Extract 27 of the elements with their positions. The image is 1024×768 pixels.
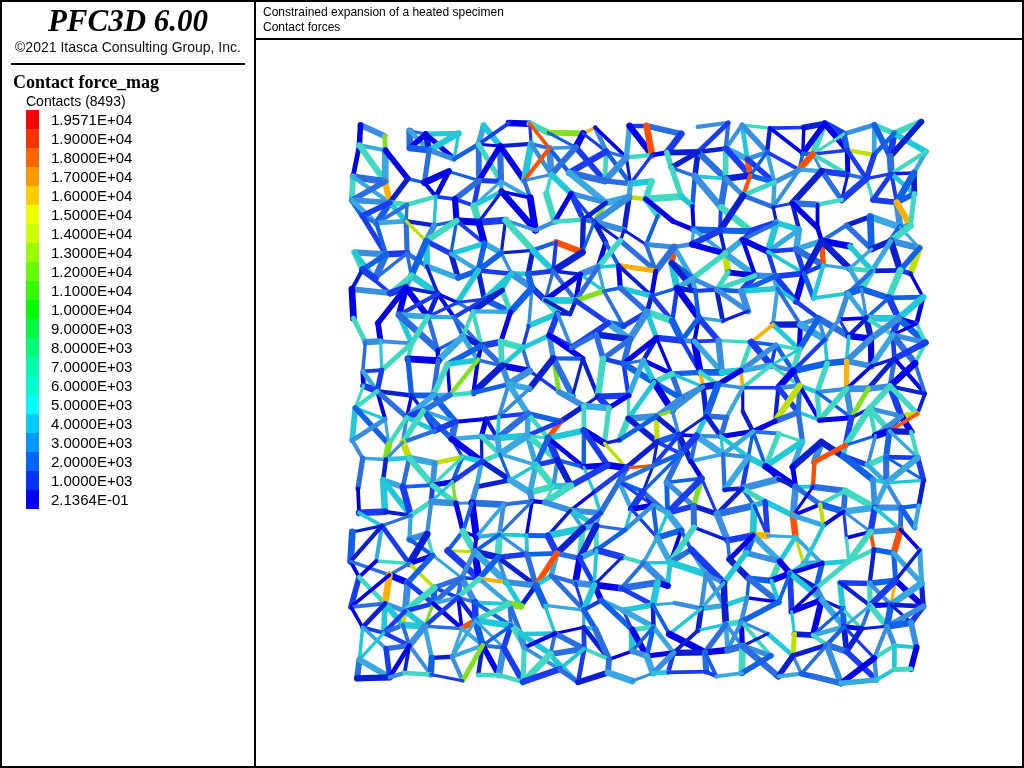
copyright-text: ©2021 Itasca Consulting Group, Inc. (15, 39, 241, 55)
legend-label: 1.5000E+04 (51, 206, 133, 223)
legend-label: 1.4000E+04 (51, 225, 133, 242)
legend-label: 1.8000E+04 (51, 149, 133, 166)
legend-label: 1.7000E+04 (51, 168, 133, 185)
legend-label: 1.9000E+04 (51, 130, 133, 147)
legend-label: 1.2000E+04 (51, 263, 133, 280)
legend-label: 1.3000E+04 (51, 244, 133, 261)
legend-subtitle: Contacts (8493) (26, 92, 126, 110)
legend-label: 1.0000E+04 (51, 301, 133, 318)
plot-title: Contact forces (263, 20, 341, 35)
legend-label: 1.6000E+04 (51, 187, 133, 204)
legend-label: 3.0000E+03 (51, 434, 133, 451)
legend-label: 9.0000E+03 (51, 320, 133, 337)
legend-label: 4.0000E+03 (51, 415, 133, 432)
legend-label: 5.0000E+03 (51, 396, 133, 413)
legend-label: 1.0000E+03 (51, 472, 133, 489)
legend-label: 1.9571E+04 (51, 111, 133, 128)
legend-label: 7.0000E+03 (51, 358, 133, 375)
plot-title: Constrained expansion of a heated specimen (263, 5, 504, 20)
legend-label: 2.0000E+03 (51, 453, 133, 470)
logo-text: PFC3D 6.00 (47, 4, 209, 38)
legend-label: 1.1000E+04 (51, 282, 133, 299)
legend-label: 8.0000E+03 (51, 339, 133, 356)
legend-label: 2.1364E-01 (51, 491, 129, 508)
legend-title: Contact force_mag (13, 72, 160, 92)
legend-label: 6.0000E+03 (51, 377, 133, 394)
